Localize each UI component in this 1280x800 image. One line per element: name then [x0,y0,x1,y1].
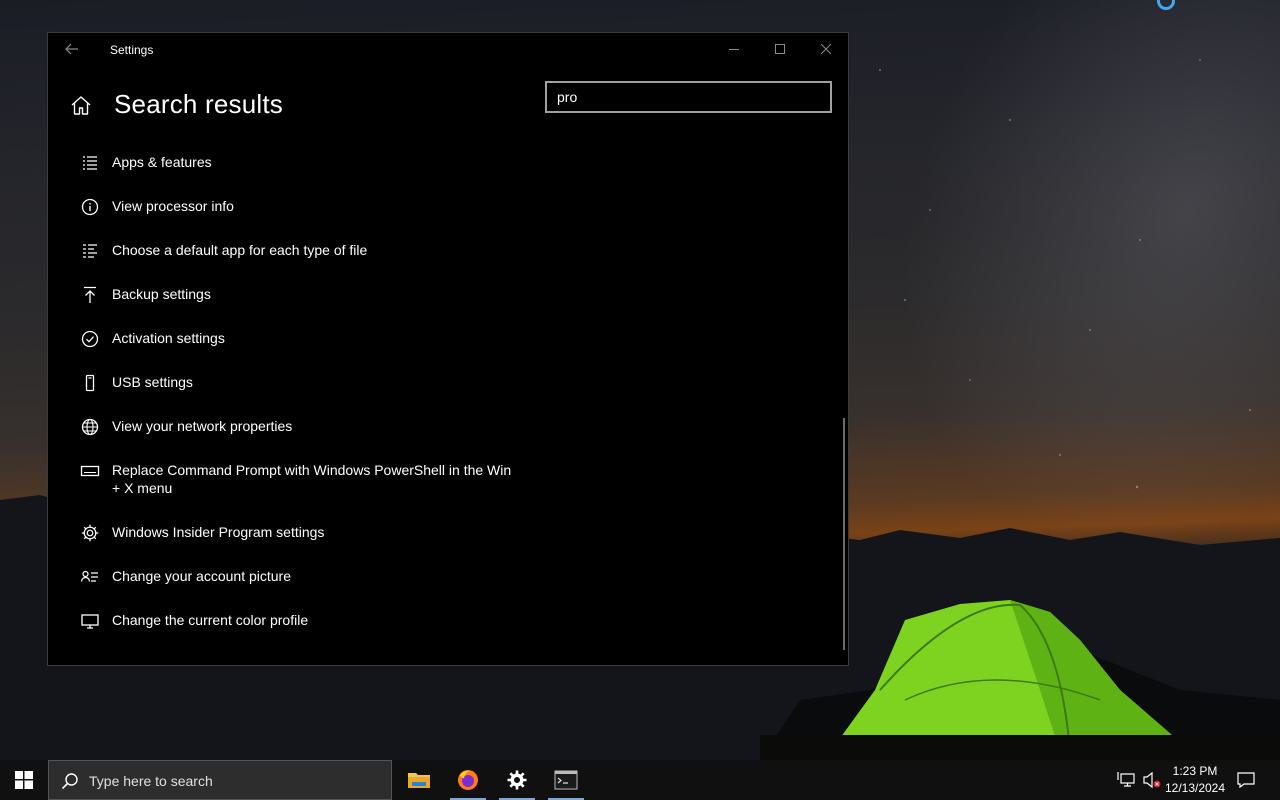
globe-network-icon [81,418,99,436]
result-label: Apps & features [112,154,212,170]
clock-time: 1:23 PM [1172,764,1218,778]
account-card-icon [80,570,98,582]
backup-arrow-icon [84,286,96,303]
action-center-button[interactable] [1236,770,1256,790]
minimize-button[interactable] [711,33,757,65]
settings-window: Settings Search results Apps & features [47,32,849,666]
settings-search-input[interactable] [547,83,830,111]
minimize-icon [729,49,739,50]
result-label: Backup settings [112,286,211,302]
result-item-insider-program[interactable]: Windows Insider Program settings [80,515,530,551]
grass [760,735,1280,760]
notification-icon [1237,772,1255,789]
taskbar-clock[interactable]: 1:23 PM 12/13/2024 [1164,763,1226,797]
firefox-icon [458,770,478,790]
result-item-processor-info[interactable]: View processor info [80,189,530,225]
maximize-icon [775,44,785,54]
usb-icon [85,374,95,392]
gear-icon [507,770,527,790]
back-arrow-icon [65,43,78,55]
taskbar: Type here to search 1:23 PM 12/13/2024 [0,760,1280,800]
result-item-color-profile[interactable]: Change the current color profile [80,603,530,639]
network-icon [1117,772,1135,787]
tray-network-button[interactable] [1116,771,1136,789]
windows-logo-icon [15,771,33,789]
result-item-usb[interactable]: USB settings [80,365,530,401]
result-label: Change the current color profile [112,612,309,628]
check-circle-icon [81,330,99,348]
clock-date: 12/13/2024 [1164,781,1226,795]
maximize-button[interactable] [757,33,803,65]
result-item-default-app[interactable]: Choose a default app for each type of fi… [80,233,530,269]
apps-list-icon [83,156,97,170]
result-label: View your network properties [112,418,293,434]
keyboard-icon [80,465,100,477]
result-label: Choose a default app for each type of fi… [112,242,368,258]
close-icon [821,44,831,54]
gear-icon [81,524,99,542]
result-label: USB settings [112,374,193,390]
settings-search-box[interactable] [545,81,832,113]
taskbar-app-settings[interactable] [493,760,541,800]
result-item-account-picture[interactable]: Change your account picture [80,559,530,595]
result-item-activation[interactable]: Activation settings [80,321,530,357]
taskbar-app-terminal[interactable] [542,760,590,800]
result-item-network-properties[interactable]: View your network properties [80,409,530,445]
title-bar[interactable]: Settings [48,33,848,67]
start-button[interactable] [0,760,48,800]
info-icon [81,198,99,216]
result-label: Replace Command Prompt with Windows Powe… [112,462,512,496]
taskbar-search-box[interactable]: Type here to search [48,760,392,800]
taskbar-app-file-explorer[interactable] [395,760,443,800]
result-label: Windows Insider Program settings [112,524,325,540]
taskbar-search-placeholder: Type here to search [89,773,213,789]
back-button[interactable] [60,37,84,61]
terminal-icon [554,770,578,790]
home-icon [71,96,91,115]
monitor-icon [81,614,99,629]
home-button[interactable] [69,94,93,118]
default-apps-icon [83,244,97,258]
result-item-powershell[interactable]: Replace Command Prompt with Windows Powe… [80,453,530,507]
result-item-apps-features[interactable]: Apps & features [80,145,530,181]
folder-icon [408,773,430,788]
close-button[interactable] [803,33,849,65]
result-label: Change your account picture [112,568,291,584]
volume-muted-icon [1143,771,1161,789]
result-label: Activation settings [112,330,225,346]
window-title: Settings [110,43,154,57]
page-title: Search results [114,89,283,119]
result-item-backup[interactable]: Backup settings [80,277,530,313]
search-icon [61,773,78,790]
tray-volume-button[interactable] [1142,771,1162,789]
result-label: View processor info [112,198,234,214]
scrollbar[interactable] [843,418,845,650]
taskbar-app-firefox[interactable] [444,760,492,800]
